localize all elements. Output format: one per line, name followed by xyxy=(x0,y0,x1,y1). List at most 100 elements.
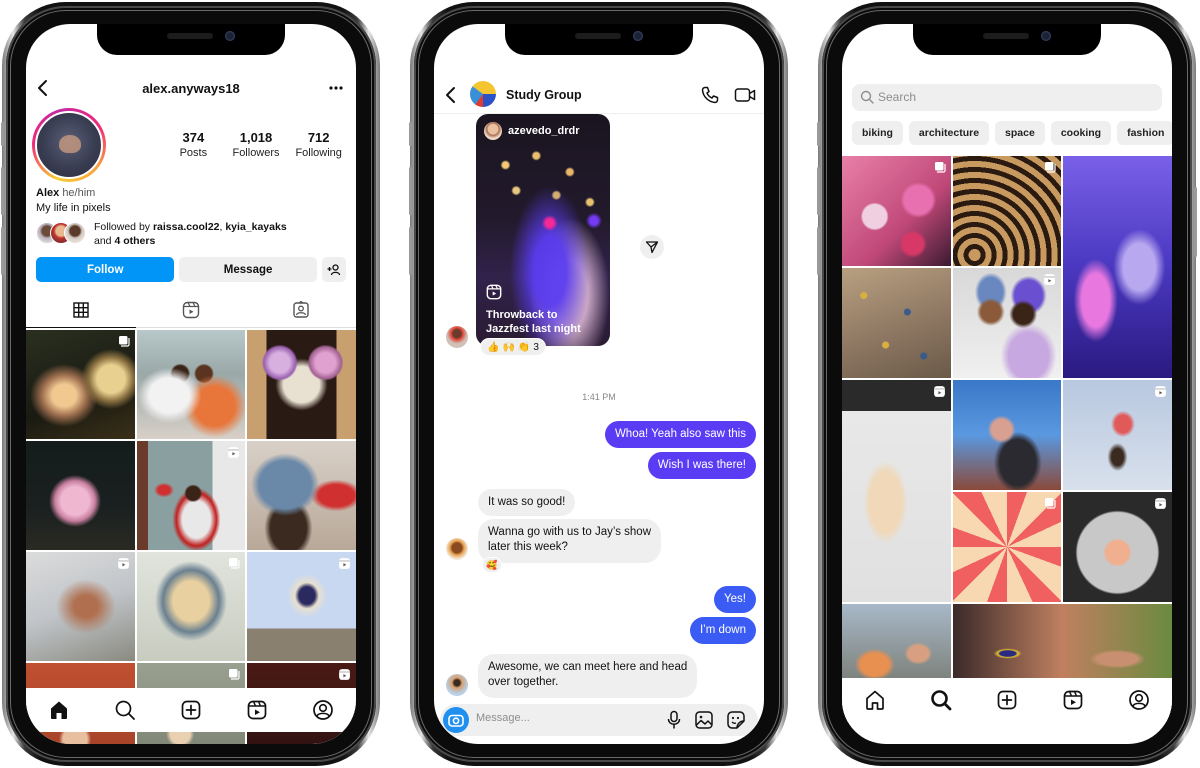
post-thumbnail[interactable] xyxy=(26,441,135,550)
mutual-avatar xyxy=(64,222,86,244)
search-icon[interactable] xyxy=(930,689,952,711)
outgoing-message[interactable]: Wish I was there! xyxy=(647,452,756,479)
explore-thumbnail[interactable] xyxy=(842,268,951,378)
phone-call-icon[interactable] xyxy=(700,85,720,105)
explore-thumbnail[interactable] xyxy=(1063,156,1172,378)
mutual-user-link[interactable]: kyia_kayaks xyxy=(225,221,286,233)
stat-following[interactable]: 712 Following xyxy=(287,130,350,159)
message-composer xyxy=(440,704,758,736)
search-icon[interactable] xyxy=(114,699,136,721)
profile-avatar[interactable] xyxy=(32,108,106,182)
carousel-badge-icon xyxy=(1044,497,1056,509)
outgoing-message[interactable]: I’m down xyxy=(689,617,756,644)
topic-chip[interactable]: cooking xyxy=(1050,121,1112,145)
mutual-avatars xyxy=(36,222,90,244)
reels-icon[interactable] xyxy=(1062,689,1084,711)
microphone-icon[interactable] xyxy=(666,710,682,730)
sticker-icon[interactable] xyxy=(726,710,746,730)
profile-icon[interactable] xyxy=(1128,689,1150,711)
tab-tagged[interactable] xyxy=(246,292,356,328)
reel-badge-icon xyxy=(933,385,946,398)
camera-icon xyxy=(448,713,464,727)
post-thumbnail[interactable] xyxy=(247,441,356,550)
stat-label: Posts xyxy=(179,147,208,159)
post-thumbnail[interactable] xyxy=(26,552,135,661)
stat-posts[interactable]: 374 Posts xyxy=(162,130,225,159)
followed-by[interactable]: Followed by raissa.cool22, kyia_kayaks a… xyxy=(36,220,348,248)
camera-button[interactable] xyxy=(443,707,469,733)
topic-chip[interactable]: space xyxy=(995,121,1045,145)
explore-thumbnail[interactable] xyxy=(1063,380,1172,490)
tagged-icon xyxy=(292,300,310,319)
stat-followers[interactable]: 1,018 Followers xyxy=(225,130,288,159)
reaction-emoji: 🙌 xyxy=(502,341,515,353)
reel-caption: Throwback to Jazzfest last night xyxy=(486,309,581,335)
reel-author[interactable]: azevedo_drdr xyxy=(484,122,580,140)
mutual-user-link[interactable]: raissa.cool22 xyxy=(153,221,220,233)
profile-tabs xyxy=(26,292,356,328)
reels-icon xyxy=(182,301,200,319)
incoming-message[interactable]: Awesome, we can meet here and head over … xyxy=(478,654,698,698)
explore-thumbnail[interactable] xyxy=(952,380,1062,490)
shared-reel[interactable]: azevedo_drdr Throwback to Jazzfest last … xyxy=(476,114,610,346)
message-button[interactable]: Message xyxy=(179,257,317,282)
gallery-icon[interactable] xyxy=(694,710,714,730)
topic-chip[interactable]: architecture xyxy=(908,121,990,145)
post-thumbnail[interactable] xyxy=(26,330,135,439)
follow-button[interactable]: Follow xyxy=(36,257,175,282)
video-call-icon[interactable] xyxy=(734,85,756,105)
incoming-message[interactable]: It was so good! xyxy=(478,489,576,516)
create-icon[interactable] xyxy=(996,689,1018,711)
explore-thumbnail[interactable] xyxy=(842,380,951,602)
explore-thumbnail[interactable] xyxy=(842,156,951,266)
post-thumbnail[interactable] xyxy=(136,441,246,550)
post-thumbnail[interactable] xyxy=(136,330,246,439)
carousel-badge-icon xyxy=(934,161,946,173)
post-thumbnail[interactable] xyxy=(136,552,246,661)
incoming-message[interactable]: Wanna go with us to Jay’s show later thi… xyxy=(478,519,661,563)
reel-badge-icon xyxy=(117,557,130,570)
reels-icon[interactable] xyxy=(246,699,268,721)
sender-avatar[interactable] xyxy=(446,674,468,696)
carousel-badge-icon xyxy=(1044,161,1056,173)
message-timestamp: 1:41 PM xyxy=(582,392,616,402)
explore-thumbnail[interactable] xyxy=(1063,492,1172,602)
more-options-icon[interactable] xyxy=(328,78,344,98)
group-avatar[interactable] xyxy=(470,81,496,107)
home-icon[interactable] xyxy=(48,699,70,721)
topic-chip[interactable]: biking xyxy=(852,121,903,145)
message-reaction[interactable]: 🥰 xyxy=(482,557,502,573)
explore-thumbnail[interactable] xyxy=(952,492,1062,602)
message-input[interactable] xyxy=(476,712,656,724)
post-thumbnail[interactable] xyxy=(247,330,356,439)
reel-badge-icon xyxy=(338,557,351,570)
back-arrow-icon[interactable] xyxy=(444,85,458,105)
chat-title[interactable]: Study Group xyxy=(506,88,582,102)
grid-icon xyxy=(73,301,89,318)
explore-thumbnail[interactable] xyxy=(952,268,1062,378)
sender-avatar[interactable] xyxy=(446,326,468,348)
share-button[interactable] xyxy=(640,235,664,259)
tab-reels[interactable] xyxy=(136,292,246,328)
message-reactions[interactable]: 👍 🙌 👏 3 xyxy=(480,338,546,356)
post-thumbnail[interactable] xyxy=(247,552,356,661)
others-link[interactable]: 4 others xyxy=(114,235,155,247)
outgoing-message[interactable]: Yes! xyxy=(714,586,756,613)
create-icon[interactable] xyxy=(180,699,202,721)
profile-icon[interactable] xyxy=(312,699,334,721)
sender-avatar[interactable] xyxy=(446,538,468,560)
tab-posts-grid[interactable] xyxy=(26,292,136,328)
search-input[interactable] xyxy=(878,90,1078,104)
reel-author-name: azevedo_drdr xyxy=(508,125,580,137)
suggested-users-button[interactable] xyxy=(321,257,346,282)
search-bar[interactable] xyxy=(852,84,1162,111)
volume-down-button xyxy=(817,227,820,275)
reel-badge-icon xyxy=(1043,273,1056,286)
carousel-badge-icon xyxy=(118,335,130,347)
topic-chip[interactable]: fashion xyxy=(1117,121,1172,145)
stat-value: 374 xyxy=(182,130,205,145)
outgoing-message[interactable]: Whoa! Yeah also saw this xyxy=(604,421,756,448)
profile-post-grid xyxy=(26,330,356,744)
explore-thumbnail[interactable] xyxy=(952,156,1062,266)
home-icon[interactable] xyxy=(864,689,886,711)
